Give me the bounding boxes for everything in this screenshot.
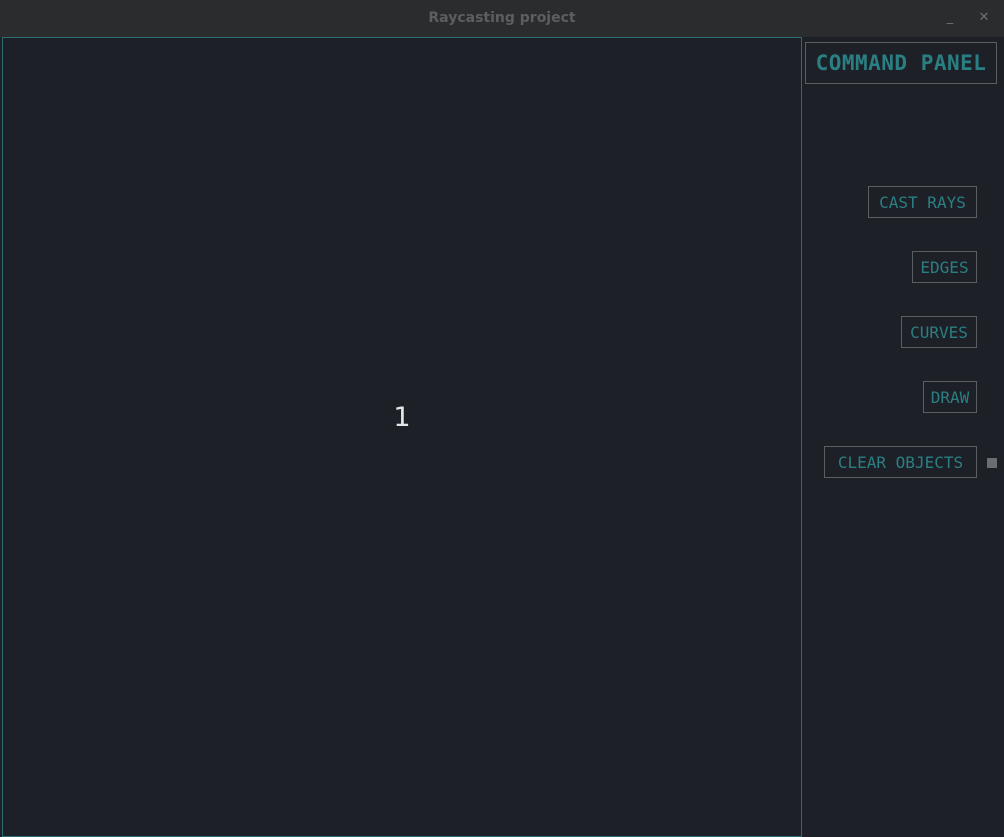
canvas-counter: 1 xyxy=(393,402,411,433)
clear-objects-button[interactable]: CLEAR OBJECTS xyxy=(824,446,977,478)
curves-button[interactable]: CURVES xyxy=(901,316,977,348)
close-button[interactable]: ✕ xyxy=(974,8,994,28)
edges-button[interactable]: EDGES xyxy=(912,251,977,283)
status-indicator xyxy=(987,458,997,468)
drawing-canvas[interactable]: 1 xyxy=(2,37,802,837)
title-bar[interactable]: Raycasting project _ ✕ xyxy=(0,0,1004,37)
cast-rays-button[interactable]: CAST RAYS xyxy=(868,186,977,218)
command-panel: COMMAND PANEL CAST RAYS EDGES CURVES DRA… xyxy=(802,37,1004,837)
window-title: Raycasting project xyxy=(428,10,576,26)
minimize-button[interactable]: _ xyxy=(940,8,960,28)
command-panel-title: COMMAND PANEL xyxy=(805,42,997,84)
draw-button[interactable]: DRAW xyxy=(923,381,977,413)
app-window: Raycasting project _ ✕ 1 COMMAND PANEL C… xyxy=(0,0,1004,837)
